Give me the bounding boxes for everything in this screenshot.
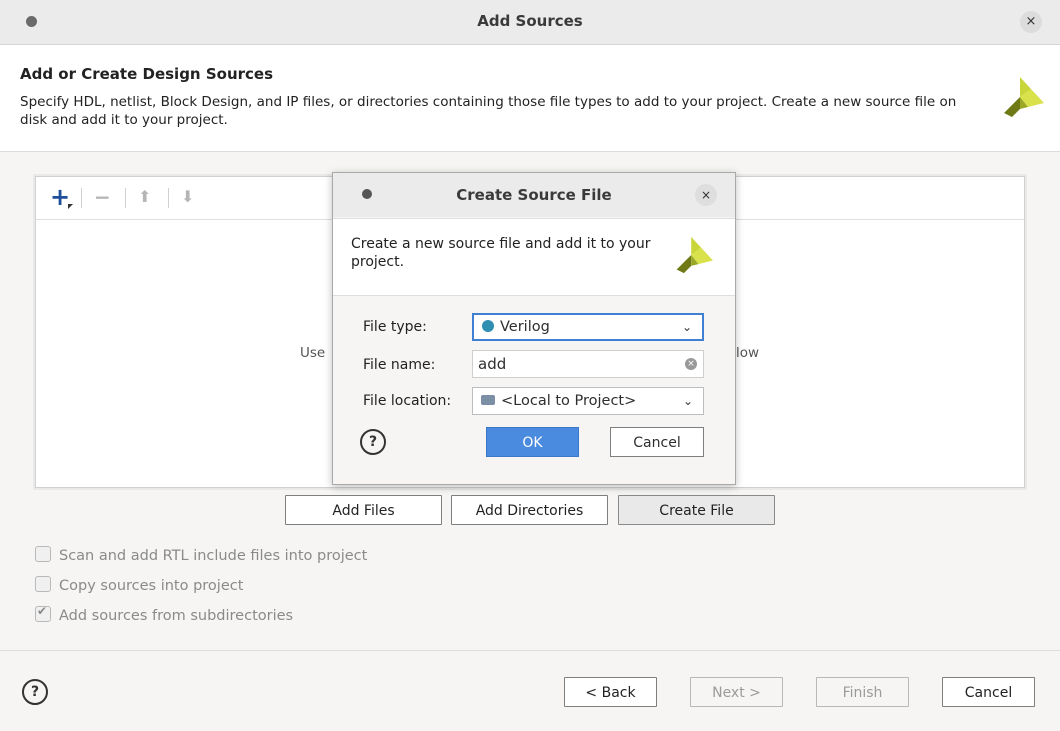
dialog-description-area: Create a new source file and add it to y… (333, 218, 735, 296)
page-description: Specify HDL, netlist, Block Design, and … (20, 94, 957, 128)
help-icon[interactable]: ? (22, 679, 48, 705)
verilog-icon (482, 320, 494, 332)
dialog-title-bar: Create Source File × (333, 173, 735, 217)
checkbox-box[interactable] (35, 576, 51, 592)
create-file-label: Create File (659, 503, 734, 519)
file-type-label: File type: (363, 319, 427, 335)
file-type-select[interactable]: Verilog ⌄ (472, 313, 704, 341)
add-dropdown-icon[interactable] (68, 204, 73, 209)
create-source-file-dialog: Create Source File × Create a new source… (332, 172, 736, 485)
copy-sources-checkbox[interactable]: Copy sources into project (35, 576, 243, 594)
file-name-label: File name: (363, 357, 436, 373)
add-from-subdirectories-label: Add sources from subdirectories (59, 608, 294, 624)
file-name-value: add (478, 355, 507, 373)
toolbar-divider (125, 188, 126, 208)
toolbar-divider (168, 188, 169, 208)
move-down-icon[interactable]: ⬇ (181, 185, 194, 209)
back-label: < Back (585, 685, 636, 701)
add-directories-label: Add Directories (475, 503, 584, 519)
folder-icon (481, 395, 495, 405)
file-name-input[interactable]: add × (472, 350, 704, 378)
chevron-down-icon[interactable]: ⌄ (682, 315, 692, 339)
file-location-label: File location: (363, 393, 452, 409)
next-button[interactable]: Next > (690, 677, 783, 707)
window-close-button[interactable]: × (1020, 11, 1042, 33)
remove-icon[interactable]: − (94, 185, 111, 209)
dialog-close-button[interactable]: × (695, 184, 717, 206)
file-location-select[interactable]: <Local to Project> ⌄ (472, 387, 704, 415)
cancel-button[interactable]: Cancel (942, 677, 1035, 707)
add-files-button[interactable]: Add Files (285, 495, 442, 525)
dialog-help-icon[interactable]: ? (360, 429, 386, 455)
scan-rtl-include-checkbox[interactable]: Scan and add RTL include files into proj… (35, 546, 367, 564)
dialog-description: Create a new source file and add it to y… (351, 236, 651, 270)
file-type-value: Verilog (500, 319, 550, 335)
add-directories-button[interactable]: Add Directories (451, 495, 608, 525)
next-label: Next > (712, 685, 761, 701)
scan-rtl-include-label: Scan and add RTL include files into proj… (59, 548, 368, 564)
back-button[interactable]: < Back (564, 677, 657, 707)
checkbox-box-checked[interactable] (35, 604, 51, 622)
page-title: Add or Create Design Sources (20, 65, 274, 83)
finish-label: Finish (842, 685, 883, 701)
page-header: Add or Create Design Sources Specify HDL… (0, 45, 1060, 152)
add-files-label: Add Files (332, 503, 395, 519)
checkbox-box[interactable] (35, 546, 51, 562)
vivado-logo-icon (1004, 77, 1044, 117)
finish-button[interactable]: Finish (816, 677, 909, 707)
copy-sources-label: Copy sources into project (59, 578, 244, 594)
footer-divider (0, 650, 1060, 651)
add-from-subdirectories-checkbox[interactable]: Add sources from subdirectories (35, 604, 294, 624)
chevron-down-icon[interactable]: ⌄ (683, 388, 693, 414)
file-location-value: <Local to Project> (501, 393, 637, 409)
panel-hint-right: low (736, 345, 760, 361)
clear-icon[interactable]: × (685, 358, 697, 370)
move-up-icon[interactable]: ⬆ (138, 185, 151, 209)
toolbar-divider (81, 188, 82, 208)
panel-hint-left: Use (300, 345, 326, 361)
create-file-button[interactable]: Create File (618, 495, 775, 525)
dialog-cancel-button[interactable]: Cancel (610, 427, 704, 457)
window-title: Add Sources (477, 12, 583, 30)
ok-button[interactable]: OK (486, 427, 579, 457)
title-bar: Add Sources × (0, 0, 1060, 45)
cancel-label: Cancel (964, 685, 1013, 701)
vivado-logo-icon (676, 236, 713, 274)
dialog-title: Create Source File (456, 186, 612, 204)
